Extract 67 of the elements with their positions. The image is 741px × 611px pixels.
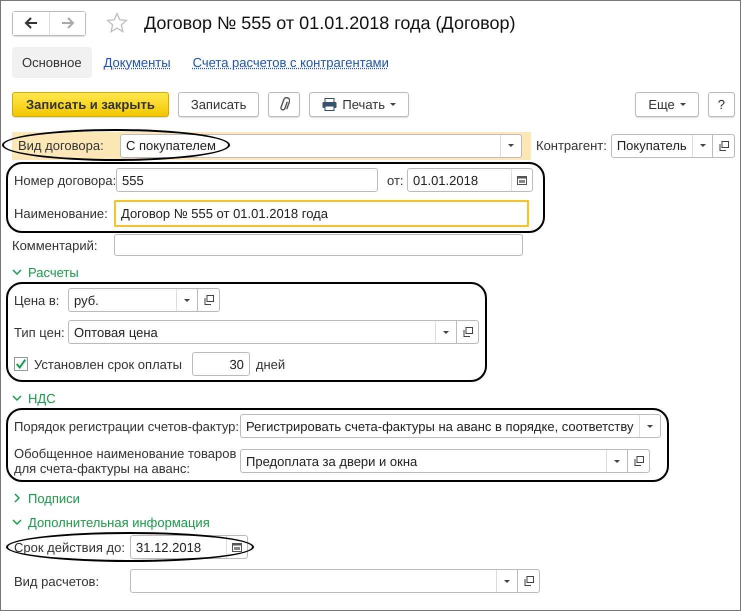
- field-label: Контрагент:: [536, 138, 607, 153]
- input-field[interactable]: С покупателем: [120, 134, 522, 158]
- field-label: Тип цен:: [14, 324, 66, 340]
- back-button[interactable]: [13, 12, 49, 34]
- checkbox[interactable]: [14, 357, 28, 371]
- open-icon: [204, 295, 214, 305]
- attach-button[interactable]: [268, 92, 300, 117]
- open-icon: [634, 456, 644, 466]
- date-field[interactable]: 01.01.2018: [407, 168, 533, 192]
- tab[interactable]: Документы: [94, 47, 181, 78]
- open-button[interactable]: [457, 320, 479, 344]
- input-field[interactable]: Покупатель: [610, 134, 713, 158]
- input-field[interactable]: [130, 569, 518, 593]
- chevron-icon: [12, 267, 22, 277]
- caret-icon: [614, 460, 620, 462]
- field-label: Вид договора:: [18, 138, 105, 153]
- window-title: Договор № 555 от 01.01.2018 года (Договор): [144, 12, 516, 34]
- open-button[interactable]: [198, 288, 220, 312]
- open-icon: [462, 327, 472, 337]
- input-field[interactable]: Предоплата за двери и окна: [240, 449, 628, 473]
- input-field[interactable]: Регистрировать счета-фактуры на аванс в порядке, соответству: [240, 414, 661, 438]
- help-button[interactable]: ?: [708, 92, 735, 117]
- field-label: Цена в:: [14, 292, 60, 308]
- number-field[interactable]: 30: [192, 352, 250, 376]
- field-label: от:: [387, 172, 405, 188]
- unit-label: дней: [256, 356, 286, 372]
- field-label: Наименование:: [14, 206, 109, 221]
- paperclip-icon: [278, 96, 290, 112]
- field-label: Комментарий:: [12, 238, 98, 252]
- chevron-icon: [12, 493, 22, 503]
- checkbox-label: Установлен срок оплаты: [34, 356, 182, 372]
- input-field[interactable]: 555: [116, 168, 378, 192]
- more-button[interactable]: Еще: [635, 92, 699, 117]
- open-button[interactable]: [713, 134, 735, 158]
- input-field[interactable]: руб.: [68, 288, 198, 312]
- input-field[interactable]: Оптовая цена: [68, 320, 457, 344]
- forward-arrow-icon: [60, 17, 74, 29]
- field-label: Порядок регистрации счетов-фактур:: [14, 418, 240, 434]
- field-label: Срок действия до:: [14, 540, 126, 554]
- field-label: Номер договора:: [14, 172, 116, 188]
- field-label: Обобщенное наименование товаров для счета-фактуры на аванс:: [14, 446, 238, 476]
- input-field[interactable]: [114, 234, 523, 256]
- calendar-icon: [232, 542, 242, 552]
- field-label: Вид расчетов:: [14, 574, 100, 588]
- star-icon[interactable]: [106, 12, 128, 34]
- printer-icon: [322, 98, 338, 111]
- open-button[interactable]: [628, 449, 650, 473]
- calendar-icon: [517, 175, 527, 185]
- caret-icon: [646, 424, 653, 428]
- save-close-button[interactable]: Записать и закрыть: [12, 92, 169, 117]
- print-button[interactable]: Печать: [309, 92, 409, 117]
- caret-icon: [443, 330, 449, 334]
- date-field[interactable]: 31.12.2018: [130, 535, 248, 559]
- tab[interactable]: Основное: [12, 47, 92, 78]
- chevron-icon: [12, 393, 22, 403]
- save-button[interactable]: Записать: [178, 92, 260, 117]
- tab[interactable]: Счета расчетов с контрагентами: [182, 47, 399, 78]
- caret-icon: [184, 298, 190, 302]
- chevron-icon: [12, 517, 22, 527]
- caret-icon: [700, 144, 706, 147]
- back-arrow-icon: [24, 17, 38, 29]
- open-button[interactable]: [518, 569, 540, 593]
- caret-icon: [508, 144, 514, 147]
- input-field[interactable]: Договор № 555 от 01.01.2018 года: [114, 200, 529, 227]
- open-icon: [718, 140, 728, 150]
- open-icon: [524, 576, 534, 586]
- caret-icon: [504, 580, 510, 582]
